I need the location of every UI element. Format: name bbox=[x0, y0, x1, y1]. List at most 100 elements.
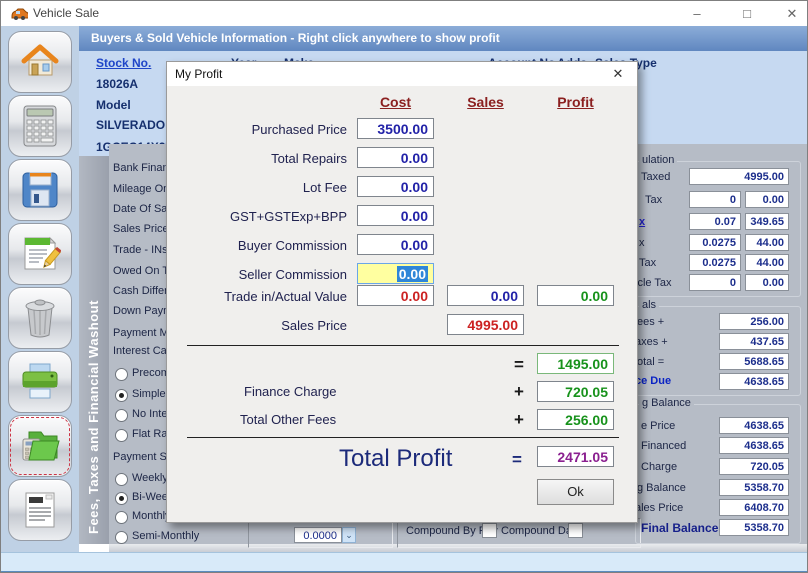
equals-sign: = bbox=[507, 450, 527, 470]
financing-field[interactable]: 720.05 bbox=[719, 458, 789, 475]
tax-amount-field[interactable]: 0.00 bbox=[745, 274, 789, 291]
delete-button[interactable] bbox=[8, 287, 72, 349]
radio-biweekly[interactable] bbox=[115, 492, 128, 505]
totals-field[interactable]: 5688.65 bbox=[719, 353, 789, 370]
purchased-price-label: Purchased Price bbox=[172, 122, 347, 137]
tax-rate-field[interactable]: 0.0275 bbox=[689, 254, 741, 271]
profit-column-header: Profit bbox=[537, 94, 614, 110]
radio-monthly[interactable] bbox=[115, 511, 128, 524]
radio-precomputed[interactable] bbox=[115, 368, 128, 381]
totals-row-label: axes + bbox=[635, 336, 668, 348]
sales-column-header: Sales bbox=[447, 94, 524, 110]
gst-field[interactable]: 0.00 bbox=[357, 205, 434, 226]
totals-field[interactable]: 256.00 bbox=[719, 313, 789, 330]
tax-amount-field[interactable]: 44.00 bbox=[745, 254, 789, 271]
purchased-price-field[interactable]: 3500.00 bbox=[357, 118, 434, 139]
tax-rate-field[interactable]: 0.0275 bbox=[689, 234, 741, 251]
field-label: Trade - INs bbox=[113, 244, 168, 256]
trade-in-profit-field[interactable]: 0.00 bbox=[537, 285, 614, 306]
rate-input[interactable]: 0.0000 bbox=[294, 527, 342, 543]
minimize-button[interactable]: – bbox=[682, 4, 712, 24]
compound-by-pay-checkbox[interactable] bbox=[482, 523, 497, 538]
totals-row-label: ees + bbox=[637, 316, 664, 328]
total-repairs-field[interactable]: 0.00 bbox=[357, 147, 434, 168]
report-icon bbox=[23, 490, 57, 530]
radio-weekly[interactable] bbox=[115, 473, 128, 486]
total-repairs-label: Total Repairs bbox=[172, 151, 347, 166]
financing-field[interactable]: 4638.65 bbox=[719, 417, 789, 434]
radio-label: Semi-Monthly bbox=[132, 530, 199, 542]
car-icon bbox=[10, 7, 28, 21]
print-button[interactable] bbox=[8, 351, 72, 413]
financing-row-label: Financed bbox=[641, 440, 686, 452]
dialog-title: My Profit bbox=[175, 67, 222, 81]
home-button[interactable] bbox=[8, 31, 72, 93]
edit-note-button[interactable] bbox=[8, 223, 72, 285]
tab-fees-taxes-washout[interactable]: Fees, Taxes and Financial Washout bbox=[79, 156, 109, 544]
save-button[interactable] bbox=[8, 159, 72, 221]
tax-amount-field[interactable]: 349.65 bbox=[745, 213, 789, 230]
tax-rate-field[interactable]: 0 bbox=[689, 191, 741, 208]
interest-group-title: Interest Cal bbox=[113, 345, 169, 357]
sidebar bbox=[1, 26, 79, 573]
tax-rate-field[interactable]: 0.07 bbox=[689, 213, 741, 230]
financing-field[interactable]: 6408.70 bbox=[719, 499, 789, 516]
tax-amount-field[interactable]: 0.00 bbox=[745, 191, 789, 208]
radio-no-interest[interactable] bbox=[115, 409, 128, 422]
dialog-titlebar[interactable]: My Profit ✕ bbox=[167, 62, 637, 86]
trade-in-label: Trade in/Actual Value bbox=[172, 289, 347, 304]
printer-icon bbox=[19, 362, 61, 402]
radio-semi-monthly[interactable] bbox=[115, 531, 128, 544]
final-balance-due-field[interactable]: 5358.70 bbox=[719, 519, 789, 536]
financing-row-label: ales Price bbox=[635, 502, 683, 514]
trade-in-cost-field[interactable]: 0.00 bbox=[357, 285, 434, 306]
window-title: Vehicle Sale bbox=[33, 6, 99, 20]
radio-label: Monthly bbox=[132, 510, 171, 522]
stock-no-value: 18026A bbox=[96, 77, 138, 91]
close-button[interactable]: ✕ bbox=[777, 4, 807, 24]
stock-no-link[interactable]: Stock No. bbox=[96, 56, 151, 70]
balance-due-field[interactable]: 4638.65 bbox=[719, 373, 789, 390]
lot-fee-label: Lot Fee bbox=[172, 180, 347, 195]
field-label: Sales Price bbox=[113, 223, 169, 235]
financing-row-label: g Balance bbox=[637, 482, 686, 494]
rate-dropdown-arrow-icon[interactable]: ⌄ bbox=[342, 527, 356, 543]
financing-field[interactable]: 4638.65 bbox=[719, 437, 789, 454]
buyer-commission-field[interactable]: 0.00 bbox=[357, 234, 434, 255]
tax-link-label[interactable]: x bbox=[639, 216, 645, 228]
financing-field[interactable]: 5358.70 bbox=[719, 479, 789, 496]
subtotal-field[interactable]: 1495.00 bbox=[537, 353, 614, 374]
compound-daily-checkbox[interactable] bbox=[568, 523, 583, 538]
seller-commission-field[interactable]: 0.00 bbox=[357, 263, 434, 284]
plus-sign: + bbox=[509, 410, 529, 430]
model-label: Model bbox=[96, 98, 131, 112]
radio-simple-interest[interactable] bbox=[115, 389, 128, 402]
calculator-button[interactable] bbox=[8, 95, 72, 157]
field-label: Bank Financ bbox=[113, 162, 174, 174]
total-profit-field[interactable]: 2471.05 bbox=[537, 446, 614, 467]
totals-field[interactable]: 437.65 bbox=[719, 333, 789, 350]
trade-in-sales-field[interactable]: 0.00 bbox=[447, 285, 524, 306]
report-button[interactable] bbox=[8, 479, 72, 541]
tax-amount-field[interactable]: 4995.00 bbox=[689, 168, 789, 185]
washout-button[interactable] bbox=[8, 415, 72, 477]
financing-row-label: Charge bbox=[641, 461, 677, 473]
sales-price-field[interactable]: 4995.00 bbox=[447, 314, 524, 335]
calculator-icon bbox=[23, 105, 57, 147]
finance-charge-field[interactable]: 720.05 bbox=[537, 381, 614, 402]
dialog-close-icon[interactable]: ✕ bbox=[609, 66, 627, 82]
page-title: Buyers & Sold Vehicle Information - Righ… bbox=[79, 26, 808, 51]
totals-group-title: als bbox=[639, 299, 659, 311]
tax-amount-field[interactable]: 44.00 bbox=[745, 234, 789, 251]
selected-text: 0.00 bbox=[397, 266, 428, 282]
ok-button[interactable]: Ok bbox=[537, 479, 614, 505]
maximize-button[interactable]: □ bbox=[732, 4, 762, 24]
tax-rate-field[interactable]: 0 bbox=[689, 274, 741, 291]
total-other-fees-field[interactable]: 256.00 bbox=[537, 409, 614, 430]
radio-flat-rate[interactable] bbox=[115, 429, 128, 442]
lot-fee-field[interactable]: 0.00 bbox=[357, 176, 434, 197]
equals-sign: = bbox=[509, 355, 529, 375]
model-value: SILVERADO bbox=[96, 118, 165, 132]
balance-due-label: ce Due bbox=[635, 375, 671, 387]
field-label: Owed On Tr bbox=[113, 265, 172, 277]
